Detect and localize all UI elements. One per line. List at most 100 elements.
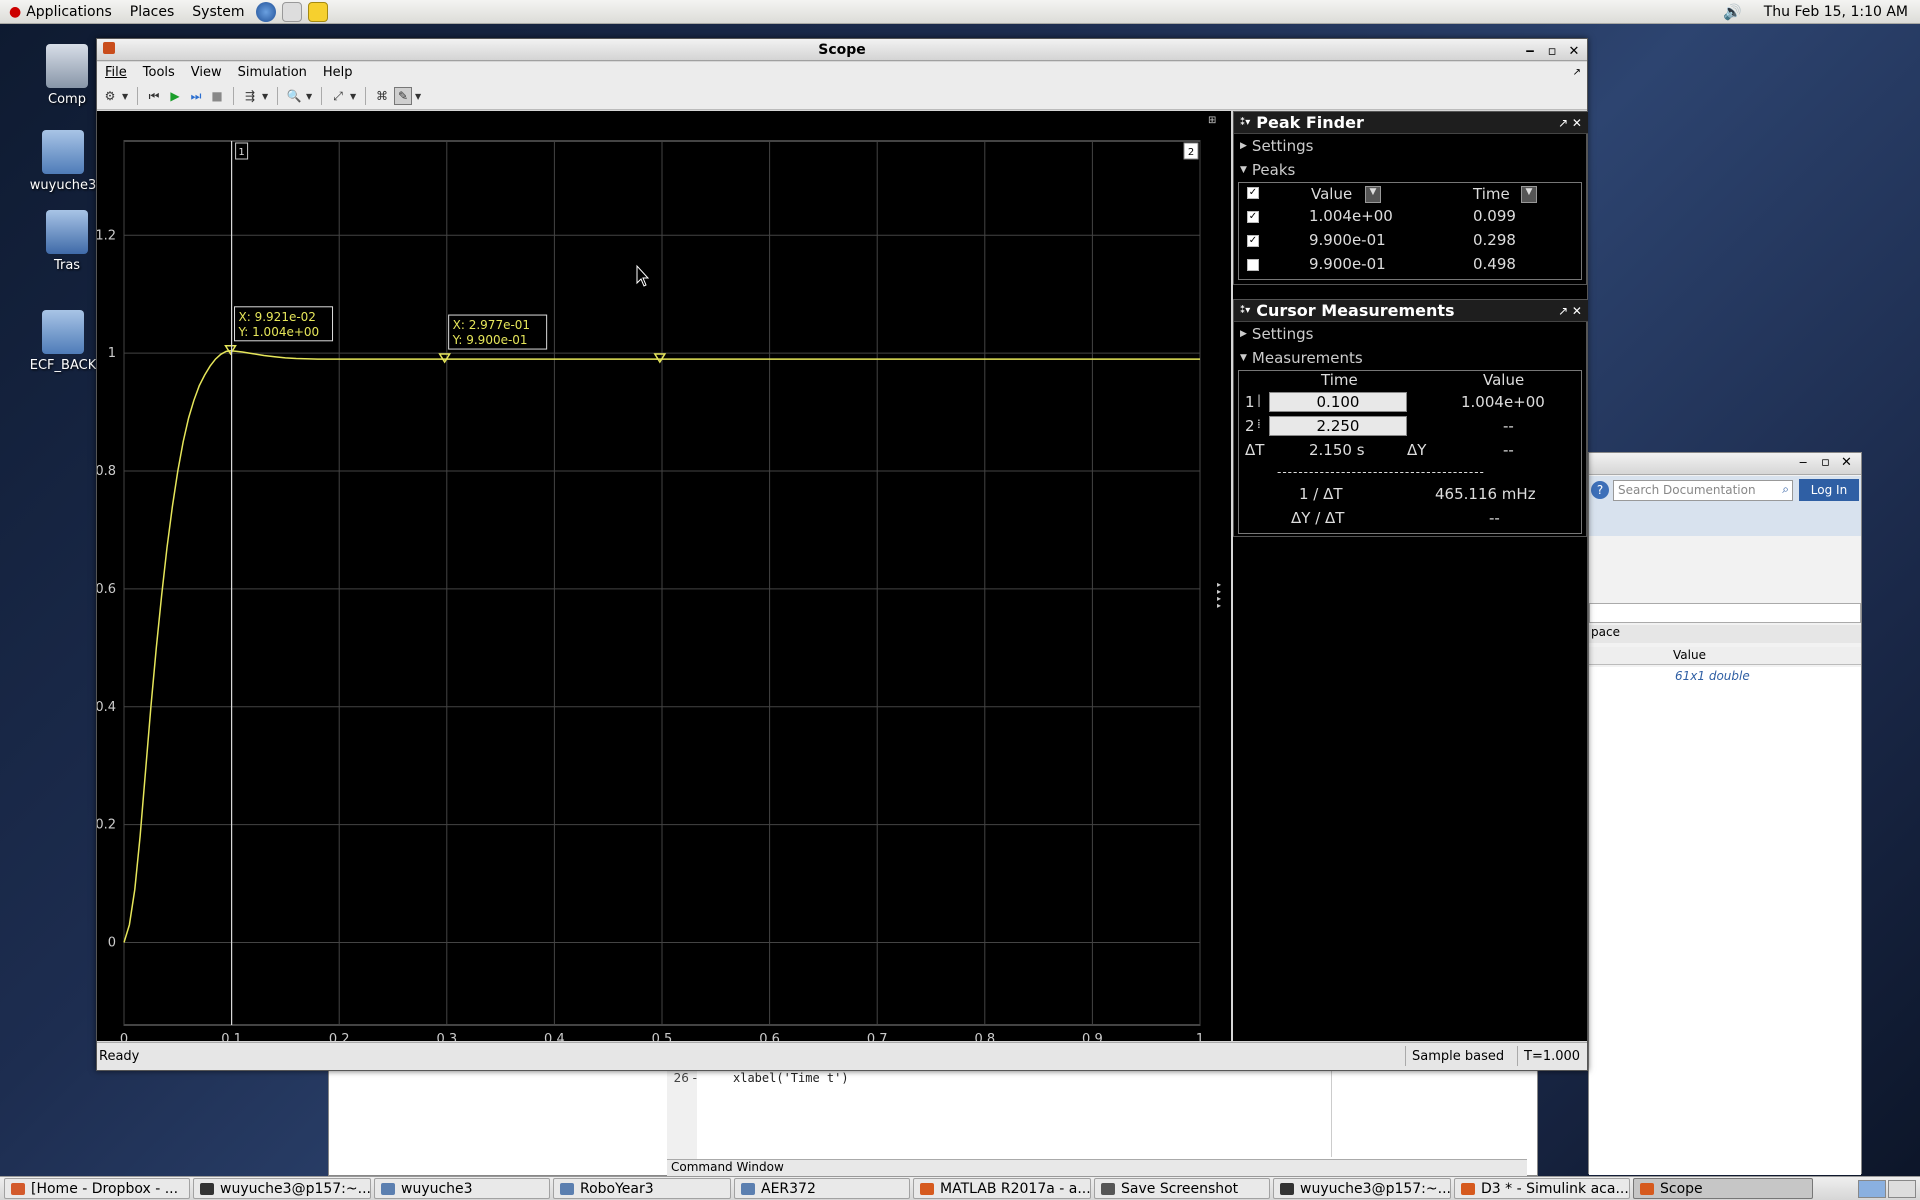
browser-launcher-icon[interactable]	[256, 1, 277, 22]
peak-marker[interactable]	[438, 353, 452, 364]
chevron-down-icon[interactable]: ▼	[262, 92, 270, 101]
menu-tools[interactable]: Tools	[135, 65, 183, 80]
measurements-icon[interactable]: ✎	[394, 87, 412, 105]
drag-handle-icon[interactable]: ⁑▾	[1240, 305, 1250, 316]
close-icon[interactable]: ↗ ✕	[1558, 304, 1582, 318]
maximize-icon[interactable]: ▫	[1543, 41, 1561, 63]
x-tick-label: 0.2	[329, 1032, 350, 1041]
scope-titlebar[interactable]: Scope ‒ ▫ ✕	[97, 39, 1587, 61]
data-tips[interactable]: X: 9.921e-02Y: 1.004e+00 X: 2.977e-01Y: 9…	[234, 306, 548, 350]
taskbar-item[interactable]: wuyuche3	[374, 1178, 550, 1199]
current-folder-input[interactable]	[1589, 603, 1861, 623]
login-button[interactable]: Log In	[1799, 479, 1859, 501]
taskbar-item[interactable]: AER372	[734, 1178, 910, 1199]
mouse-pointer-icon	[636, 264, 650, 287]
close-icon[interactable]: ↗ ✕	[1558, 116, 1582, 130]
menu-file[interactable]: File	[97, 65, 135, 80]
plot-area[interactable]: 0 0.1 0.2 0.3 0.4 0.5 0.6 0.7 0.8 0.9 1 0 0.2 0.4 0.6…	[95, 111, 1231, 1047]
highlight-icon[interactable]: ⇶	[241, 87, 259, 105]
menu-view[interactable]: View	[183, 65, 230, 80]
stop-icon[interactable]: ■	[208, 87, 226, 105]
select-all-checkbox[interactable]: ✓	[1247, 187, 1259, 199]
measurements-section[interactable]: ▼ Measurements	[1234, 346, 1584, 370]
step-back-icon[interactable]: ⏮	[145, 87, 163, 105]
taskbar-item[interactable]: MATLAB R2017a - a...	[913, 1178, 1091, 1199]
system-menu[interactable]: System	[183, 0, 253, 24]
peak-settings-section[interactable]: ▶ Settings	[1234, 134, 1584, 158]
gear-icon[interactable]: ⚙	[101, 87, 119, 105]
panel-splitter-handle[interactable]: ▸ ▸ ▸ ▸	[1217, 581, 1225, 610]
chevron-down-icon[interactable]: ▼	[350, 92, 358, 101]
peak-marker[interactable]	[224, 345, 237, 356]
cursor-label[interactable]: 1	[238, 147, 244, 158]
help-icon[interactable]: ?	[1591, 481, 1609, 499]
cursor-measurements-header[interactable]: ⁑▾ Cursor Measurements ↗ ✕	[1234, 300, 1588, 322]
mail-launcher-icon[interactable]	[282, 1, 303, 22]
delta-y-value: --	[1503, 441, 1514, 459]
peaks-section[interactable]: ▼ Peaks	[1234, 158, 1584, 182]
zoom-icon[interactable]: 🔍	[285, 87, 303, 105]
peak-marker[interactable]	[653, 353, 667, 364]
step-forward-icon[interactable]: ⏭	[187, 87, 205, 105]
minimize-icon[interactable]: ‒	[1799, 455, 1807, 470]
menu-simulation[interactable]: Simulation	[230, 65, 315, 80]
system-label: System	[192, 3, 245, 20]
table-row[interactable]: ✓ 1.004e+00 0.099	[1239, 205, 1581, 229]
workspace-switcher[interactable]	[1858, 1179, 1920, 1198]
workspace-value-cell[interactable]: 61x1 double	[1675, 669, 1750, 683]
taskbar-item[interactable]: Scope	[1633, 1178, 1813, 1199]
applications-menu[interactable]: ● Applications	[0, 0, 121, 24]
taskbar-item-label: MATLAB R2017a - a...	[940, 1180, 1091, 1197]
x-tick-label: 0.6	[759, 1032, 780, 1041]
workspace-button[interactable]	[1858, 1179, 1886, 1198]
chevron-down-icon[interactable]: ▼	[415, 92, 423, 101]
scale-axes-icon[interactable]: ⤢	[329, 87, 347, 105]
menu-help[interactable]: Help	[315, 65, 361, 80]
peak-finder-header[interactable]: ⁑▾ Peak Finder ↗ ✕	[1234, 112, 1588, 134]
notes-launcher-icon[interactable]	[308, 1, 329, 22]
close-icon[interactable]: ✕	[1841, 455, 1852, 470]
sort-dropdown-icon[interactable]: ▼	[1521, 186, 1537, 203]
scope-window: Scope ‒ ▫ ✕ File Tools View Simulation H…	[95, 38, 1588, 1071]
sort-dropdown-icon[interactable]: ▼	[1365, 186, 1381, 203]
search-documentation-input[interactable]: Search Documentation ⌕	[1613, 480, 1793, 501]
cursor-2-time-input[interactable]: 2.250	[1269, 416, 1407, 436]
desktop-icon-ecf-backup[interactable]: ECF_BACK	[18, 310, 108, 373]
row-checkbox[interactable]	[1247, 259, 1259, 271]
cursor-1-time-input[interactable]: 0.100	[1269, 392, 1407, 412]
chevron-down-icon[interactable]: ▼	[122, 92, 130, 101]
taskbar-item[interactable]: D3 * - Simulink aca...	[1454, 1178, 1630, 1199]
cursor-settings-section[interactable]: ▶ Settings	[1234, 322, 1584, 346]
clock[interactable]: Thu Feb 15, 1:10 AM	[1764, 4, 1908, 20]
run-icon[interactable]: ▶	[166, 87, 184, 105]
drag-handle-icon[interactable]: ⁑▾	[1240, 117, 1250, 128]
search-icon[interactable]: ⌕	[1782, 482, 1789, 497]
volume-icon[interactable]: 🔊	[1723, 3, 1742, 21]
table-row[interactable]: ✓ 9.900e-01 0.298	[1239, 229, 1581, 253]
taskbar-item-label: wuyuche3@p157:~...	[1300, 1180, 1451, 1197]
taskbar-item[interactable]: wuyuche3@p157:~...	[193, 1178, 371, 1199]
minimize-icon[interactable]: ‒	[1521, 41, 1539, 63]
delta-t-label: ΔT	[1245, 441, 1265, 459]
cursor-lines[interactable]: 12	[231, 141, 1199, 1025]
scope-plot[interactable]: 0 0.1 0.2 0.3 0.4 0.5 0.6 0.7 0.8 0.9 1 0 0.2 0.4 0.6…	[95, 111, 1231, 1047]
desktop-icon-home[interactable]: wuyuche3	[18, 130, 108, 193]
places-menu[interactable]: Places	[121, 0, 184, 24]
chevron-down-icon[interactable]: ▼	[306, 92, 314, 101]
table-row[interactable]: 9.900e-01 0.498	[1239, 253, 1581, 277]
expand-icon[interactable]: ⊞	[1208, 115, 1216, 126]
taskbar-item[interactable]: [Home - Dropbox - ...	[4, 1178, 190, 1199]
taskbar-item[interactable]: Save Screenshot	[1094, 1178, 1270, 1199]
taskbar-item[interactable]: wuyuche3@p157:~...	[1273, 1178, 1451, 1199]
workspace-button[interactable]	[1888, 1179, 1916, 1198]
undock-icon[interactable]: ↗	[1573, 67, 1581, 78]
taskbar-item[interactable]: RoboYear3	[553, 1178, 731, 1199]
triggers-icon[interactable]: ⌘	[373, 87, 391, 105]
editor-code-line[interactable]: xlabel('Time t')	[733, 1071, 849, 1085]
maximize-icon[interactable]: ▫	[1821, 455, 1830, 470]
close-icon[interactable]: ✕	[1565, 41, 1583, 63]
workspace-title: pace	[1591, 625, 1620, 639]
row-checkbox[interactable]: ✓	[1247, 211, 1259, 223]
cursor-label[interactable]: 2	[1188, 147, 1194, 158]
row-checkbox[interactable]: ✓	[1247, 235, 1259, 247]
